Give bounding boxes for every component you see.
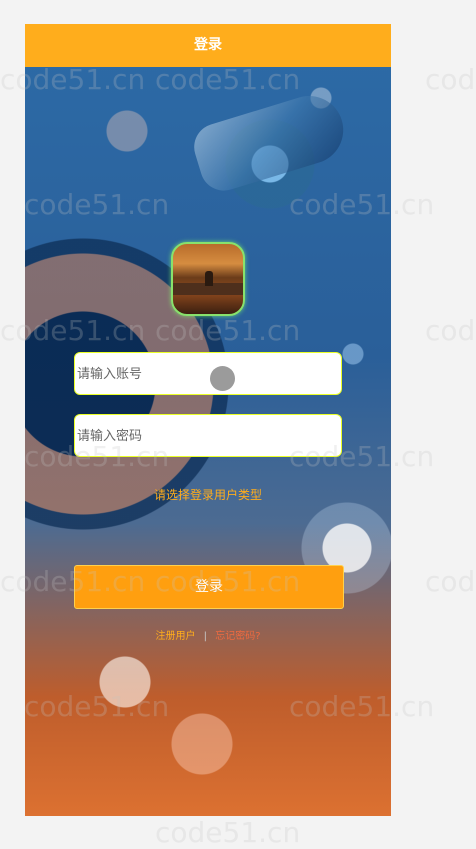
account-input[interactable]: [74, 352, 342, 395]
page-title: 登录: [25, 24, 391, 67]
register-link[interactable]: 注册用户: [155, 631, 195, 642]
login-screen: 登录 请选择登录用户类型 登录 注册用户 | 忘记密码?: [25, 24, 391, 816]
password-input[interactable]: [74, 414, 342, 457]
forgot-password-link[interactable]: 忘记密码?: [215, 631, 260, 642]
watermark-text: code51.cn: [425, 314, 476, 347]
user-type-selector[interactable]: 请选择登录用户类型: [74, 486, 342, 503]
watermark-text: code51.cn: [425, 63, 476, 96]
auth-links: 注册用户 | 忘记密码?: [74, 627, 342, 642]
watermark-text: code51.cn: [425, 565, 476, 598]
login-button[interactable]: 登录: [74, 565, 344, 609]
login-avatar: [171, 242, 245, 316]
link-divider: |: [203, 631, 208, 642]
watermark-text: code51.cn: [155, 816, 301, 849]
pointer-cursor: [210, 366, 235, 391]
